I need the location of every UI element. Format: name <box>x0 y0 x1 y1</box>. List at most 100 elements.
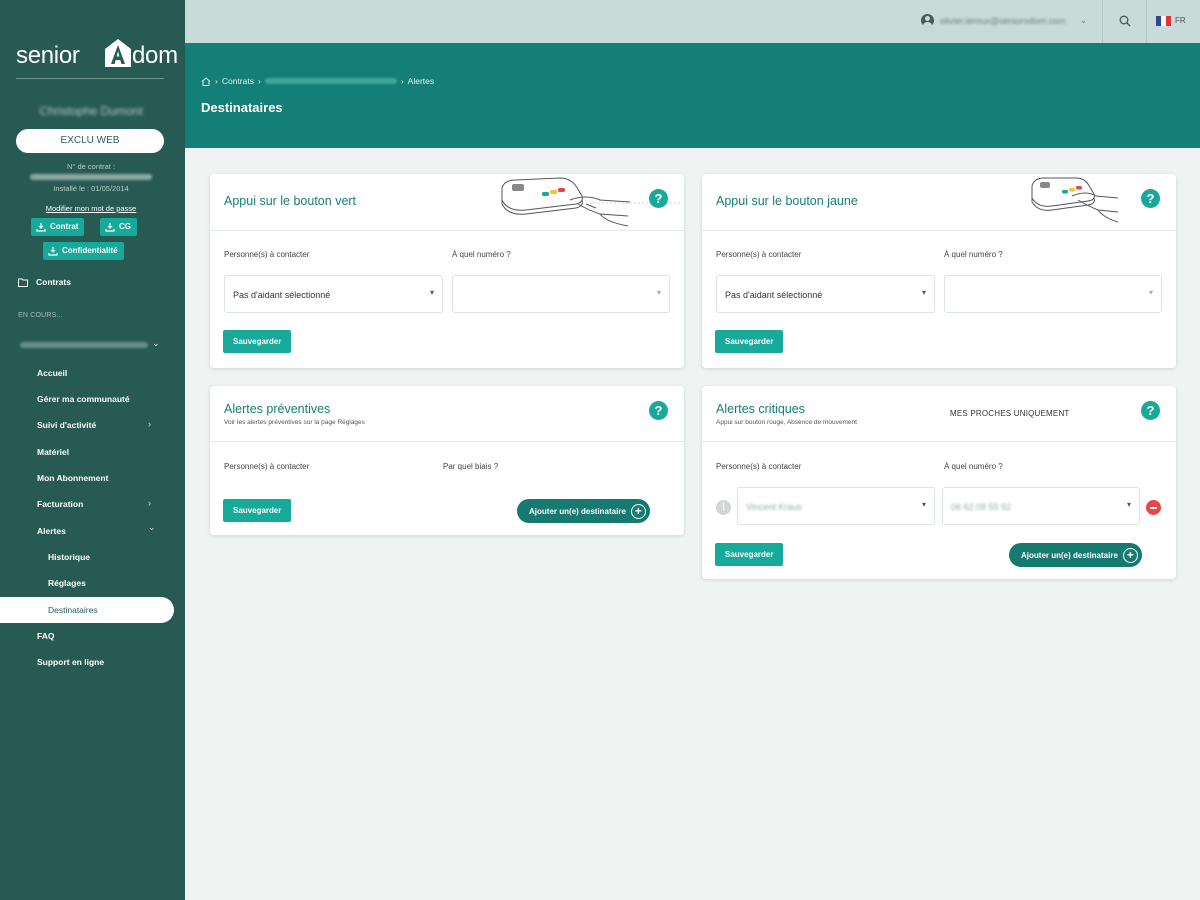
persons-label: Personne(s) à contacter <box>224 250 310 259</box>
nav-abonnement[interactable]: Mon Abonnement <box>37 473 108 483</box>
card-subtitle: Voir les alertes préventives sur la page… <box>224 419 365 426</box>
download-icon <box>36 223 46 232</box>
chevron-right-icon: › <box>148 498 151 508</box>
info-icon[interactable]: ! <box>716 500 731 515</box>
home-icon[interactable] <box>201 76 211 86</box>
sidebar: senior dom Christophe Dumont EXCLU WEB N… <box>0 0 185 900</box>
download-icon <box>48 247 58 256</box>
contract-number-label: N° de contrat : <box>66 162 116 171</box>
help-icon[interactable]: ? <box>649 401 668 420</box>
card-header: Appui sur le bouton vert ? <box>210 174 684 231</box>
person-select-value: Pas d'aidant sélectionné <box>233 290 331 300</box>
person-select-value: Pas d'aidant sélectionné <box>725 290 823 300</box>
offer-badge: EXCLU WEB <box>16 129 164 153</box>
help-icon[interactable]: ? <box>1141 401 1160 420</box>
number-select[interactable]: ▾ <box>452 275 670 313</box>
download-contract-button[interactable]: Contrat <box>31 218 85 236</box>
account-menu[interactable]: olivier.leroux@seniorodom.com ⌄ <box>921 14 1087 27</box>
save-button[interactable]: Sauvegarder <box>223 330 292 353</box>
chevron-down-icon: ⌄ <box>152 338 160 348</box>
card-subtitle: Appui sur bouton rouge, Absence de mouve… <box>716 419 857 426</box>
logo-divider <box>16 78 164 79</box>
persons-label: Personne(s) à contacter <box>224 462 310 471</box>
preventive-alerts-card: Alertes préventives Voir les alertes pré… <box>210 386 684 535</box>
caret-down-icon: ▾ <box>1126 500 1131 509</box>
nav-alertes[interactable]: Alertes <box>37 526 66 536</box>
green-button-card: Appui sur le bouton vert ? Personne(s) à… <box>210 174 684 368</box>
download-cg-button[interactable]: CG <box>100 218 137 236</box>
nav-contrats[interactable]: Contrats <box>18 277 71 287</box>
page-title: Destinataires <box>201 100 283 115</box>
account-icon <box>921 14 934 27</box>
persons-label: Personne(s) à contacter <box>716 250 802 259</box>
caret-down-icon: ▾ <box>656 288 661 297</box>
save-button[interactable]: Sauvegarder <box>715 330 784 353</box>
topbar: olivier.leroux@seniorodom.com ⌄ FR <box>185 0 1200 43</box>
help-icon[interactable]: ? <box>1141 189 1160 208</box>
add-recipient-label: Ajouter un(e) destinataire <box>529 506 626 516</box>
current-contract-selector[interactable]: ⌄ <box>20 338 166 349</box>
caret-down-icon: ▾ <box>921 500 926 509</box>
person-select[interactable]: Pas d'aidant sélectionné ▾ <box>716 275 935 313</box>
chevron-down-icon: ⌄ <box>148 522 156 532</box>
search-icon[interactable] <box>1119 15 1131 27</box>
divider <box>1146 0 1147 43</box>
scope-label: MES PROCHES UNIQUEMENT <box>950 409 1070 418</box>
change-password-link[interactable]: Modifier mon mot de passe <box>16 204 166 213</box>
add-recipient-label: Ajouter un(e) destinataire <box>1021 550 1118 560</box>
language-selector[interactable]: FR <box>1175 16 1186 25</box>
card-title: Appui sur le bouton vert <box>224 194 357 208</box>
install-date: Installé le : 01/05/2014 <box>53 184 129 193</box>
nav-historique[interactable]: Historique <box>48 552 90 562</box>
save-button[interactable]: Sauvegarder <box>223 499 292 522</box>
logo-text-part1: senior <box>16 42 80 69</box>
france-flag-icon[interactable] <box>1156 16 1171 26</box>
add-recipient-button[interactable]: Ajouter un(e) destinataire + <box>517 499 650 523</box>
senioradom-logo[interactable]: senior dom <box>16 36 178 72</box>
nav-suivi-activite[interactable]: Suivi d'activité <box>37 420 96 430</box>
number-label: À quel numéro ? <box>944 250 1003 259</box>
caret-down-icon: ▾ <box>1148 288 1153 297</box>
nav-faq[interactable]: FAQ <box>37 631 54 641</box>
person-select[interactable]: Vincent Kraus ▾ <box>737 487 935 525</box>
number-select[interactable]: ▾ <box>944 275 1162 313</box>
breadcrumb-contrats[interactable]: Contrats <box>222 76 254 86</box>
nav-communaute[interactable]: Gérer ma communauté <box>37 394 130 404</box>
plus-circle-icon: + <box>1122 547 1138 563</box>
critical-alerts-card: Alertes critiques Appui sur bouton rouge… <box>702 386 1176 579</box>
number-label: À quel numéro ? <box>452 250 511 259</box>
remove-recipient-icon[interactable] <box>1146 500 1161 515</box>
nav-destinataires-label: Destinataires <box>48 605 98 615</box>
nav-support[interactable]: Support en ligne <box>37 657 104 667</box>
card-title: Alertes critiques <box>716 402 805 416</box>
breadcrumb: › Contrats › › Alertes <box>201 76 434 86</box>
chevron-right-icon: › <box>148 419 151 429</box>
nav-destinataires[interactable]: Destinataires <box>0 597 174 623</box>
card-title: Alertes préventives <box>224 402 331 416</box>
card-title: Appui sur le bouton jaune <box>716 194 858 208</box>
nav-accueil[interactable]: Accueil <box>37 368 67 378</box>
card-header: Alertes critiques Appui sur bouton rouge… <box>702 386 1176 442</box>
device-hand-illustration <box>501 177 631 227</box>
breadcrumb-contract[interactable] <box>264 78 397 84</box>
nav-reglages[interactable]: Réglages <box>48 578 86 588</box>
person-select[interactable]: Pas d'aidant sélectionné ▾ <box>224 275 443 313</box>
user-name: Christophe Dumont <box>39 104 143 118</box>
download-contract-label: Contrat <box>50 222 79 231</box>
download-privacy-button[interactable]: Confidentialité <box>43 242 124 260</box>
card-header: Appui sur le bouton jaune ? <box>702 174 1176 231</box>
download-icon <box>105 223 115 232</box>
divider <box>1102 0 1103 43</box>
save-button[interactable]: Sauvegarder <box>715 543 784 566</box>
nav-materiel[interactable]: Matériel <box>37 447 69 457</box>
breadcrumb-alertes[interactable]: Alertes <box>408 76 434 86</box>
device-hand-illustration <box>1031 177 1119 223</box>
add-recipient-button[interactable]: Ajouter un(e) destinataire + <box>1009 543 1142 567</box>
caret-down-icon: ▾ <box>429 288 434 297</box>
nav-facturation[interactable]: Facturation <box>37 499 83 509</box>
number-select[interactable]: 06 62 08 55 92 ▾ <box>942 487 1140 525</box>
help-icon[interactable]: ? <box>649 189 668 208</box>
yellow-button-card: Appui sur le bouton jaune ? Personne(s) … <box>702 174 1176 368</box>
section-en-cours: EN COURS... <box>18 312 63 319</box>
current-contract-value <box>20 342 148 348</box>
